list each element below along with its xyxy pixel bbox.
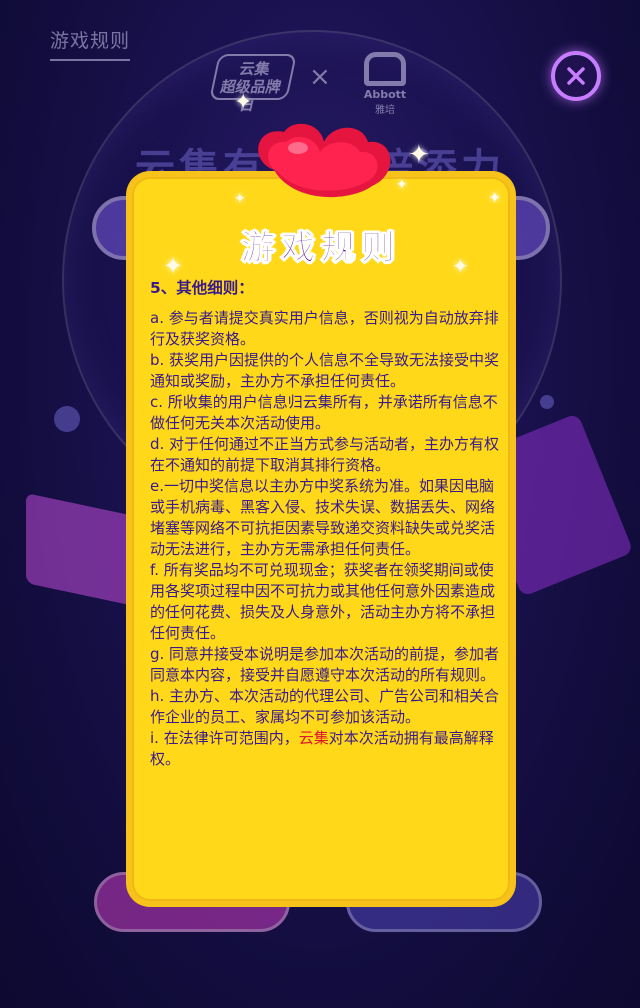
abbott-logo: Abbott 雅培 [356, 52, 414, 116]
sparkle-icon: ✦ [408, 140, 430, 170]
rule-paragraph: c. 所收集的用户信息归云集所有，并承诺所有信息不做任何无关本次活动使用。 [150, 393, 498, 432]
rule-paragraph: e.一切中奖信息以主办方中奖系统为准。如果因电脑或手机病毒、黑客入侵、技术失误、… [150, 477, 496, 558]
close-icon [567, 67, 585, 85]
logo-separator-icon: × [309, 62, 331, 92]
rule-final-prefix: i. 在法律许可范围内， [150, 729, 299, 747]
rule-paragraph: g. 同意并接受本说明是参加本次活动的前提，参加者同意本内容，接受并自愿遵守本次… [150, 645, 500, 684]
rule-paragraph: f. 所有奖品均不可兑现现金；获奖者在领奖期间或使用各奖项过程中因不可抗力或其他… [150, 561, 496, 642]
section-heading: 5、其他细则： [150, 279, 254, 297]
brand-highlight: 云集 [298, 729, 329, 747]
background-bubble [540, 395, 554, 409]
yunji-logo: 云集 超级品牌日 [209, 54, 297, 114]
rules-content: 5、其他细则： a. 参与者请提交真实用户信息，否则视为自动放弃排行及获奖资格。… [150, 278, 502, 770]
background-bubble [54, 406, 80, 432]
rule-paragraph: h. 主办方、本次活动的代理公司、广告公司和相关合作企业的员工、家属均不可参加该… [150, 687, 500, 726]
hearts-decoration-icon [258, 123, 391, 198]
dialog-title: 游戏规则 [241, 228, 401, 269]
sparkle-icon: ✦ [234, 90, 253, 115]
rule-paragraph-final: i. 在法律许可范围内，云集对本次活动拥有最高解释权。 [150, 728, 502, 770]
rule-paragraph: b. 获奖用户因提供的个人信息不全导致无法接受中奖通知或奖励，主办方不承担任何责… [150, 351, 500, 390]
sparkle-icon: ✦ [488, 188, 502, 207]
sparkle-icon: ✦ [396, 177, 408, 193]
background-tab-rules[interactable]: 游戏规则 [50, 26, 131, 61]
rule-paragraph: d. 对于任何通过不正当方式参与活动者，主办方有权在不通知的前提下取消其排行资格… [150, 435, 500, 474]
rule-paragraph: a. 参与者请提交真实用户信息，否则视为自动放弃排行及获奖资格。 [150, 309, 499, 348]
close-button[interactable] [551, 51, 601, 101]
sparkle-icon: ✦ [234, 191, 246, 207]
